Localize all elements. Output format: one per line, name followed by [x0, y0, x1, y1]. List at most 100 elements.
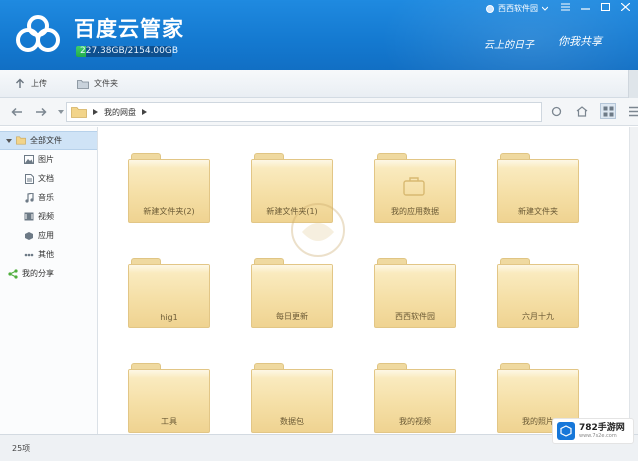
folder-item[interactable]: 新建文件夹	[497, 153, 579, 223]
chevron-down-icon	[58, 110, 64, 114]
sidebar-item-label: 文档	[38, 174, 54, 183]
folder-icon	[71, 107, 87, 118]
app-icon	[24, 231, 34, 241]
toolbar-edge	[628, 70, 638, 98]
new-folder-button[interactable]: 文件夹	[77, 78, 118, 90]
folder-label: 每日更新	[276, 312, 308, 321]
app-data-emblem-icon	[401, 175, 427, 197]
upload-button[interactable]: 上传	[14, 78, 47, 90]
app-header: 百度云管家 227.38GB/2154.00GB 西西软件园 云上的日子 你我共…	[0, 0, 638, 70]
sidebar-item-label: 视频	[38, 212, 54, 221]
sidebar-item-label: 音乐	[38, 193, 54, 202]
app-title: 百度云管家	[74, 17, 184, 41]
watermark-url: www.7s2e.com	[579, 432, 617, 439]
slogan-left: 云上的日子	[484, 40, 534, 51]
watermark-logo-icon	[291, 203, 345, 257]
list-view-button[interactable]	[626, 103, 638, 119]
watermark-badge: 782手游网 www.7s2e.com	[552, 418, 634, 444]
sidebar-item-all-files[interactable]: 全部文件	[0, 131, 97, 150]
folder-label: 六月十九	[522, 312, 554, 321]
folder-label: 数据包	[280, 417, 304, 426]
folder-item[interactable]: 六月十九	[497, 258, 579, 328]
arrow-right-icon	[36, 107, 47, 117]
grid-view-icon	[603, 106, 613, 116]
menu-icon	[560, 3, 570, 11]
sidebar-item-label: 图片	[38, 155, 54, 164]
maximize-button[interactable]	[598, 2, 612, 12]
file-grid: 新建文件夹(2) 新建文件夹(1) 我的应用数据 新建文件夹 hig1 每日更新 西西软件园…	[99, 127, 629, 434]
avatar	[486, 4, 494, 13]
new-folder-label: 文件夹	[94, 79, 118, 88]
image-icon	[24, 155, 34, 165]
sidebar-item-other[interactable]: 其他	[0, 245, 97, 264]
folder-item[interactable]: 工具	[128, 363, 210, 433]
video-icon	[24, 212, 34, 222]
minimize-button[interactable]	[578, 2, 592, 12]
folder-item[interactable]: 我的视频	[374, 363, 456, 433]
user-name: 西西软件园	[498, 4, 538, 13]
sidebar-item-image[interactable]: 图片	[0, 150, 97, 169]
item-count: 25项	[12, 444, 31, 453]
sidebar: 全部文件 图片文档音乐视频应用其他 我的分享	[0, 127, 98, 434]
scrollbar[interactable]	[629, 127, 638, 434]
close-button[interactable]	[618, 2, 632, 12]
sidebar-item-app[interactable]: 应用	[0, 226, 97, 245]
home-icon	[576, 105, 588, 117]
upload-label: 上传	[31, 79, 47, 88]
folder-item[interactable]: 新建文件夹(2)	[128, 153, 210, 223]
maximize-icon	[600, 3, 610, 11]
arrow-left-icon	[11, 107, 22, 117]
status-bar: 25项	[0, 434, 638, 461]
window-controls	[558, 2, 632, 12]
folder-label: 我的应用数据	[391, 207, 439, 216]
toolbar: 上传 文件夹	[0, 70, 638, 98]
menu-button[interactable]	[558, 2, 572, 12]
refresh-button[interactable]	[548, 103, 564, 119]
refresh-icon	[551, 106, 561, 116]
music-icon	[24, 192, 34, 203]
list-view-icon	[628, 106, 638, 116]
user-area[interactable]: 西西软件园	[486, 3, 548, 14]
folder-label: 新建文件夹(2)	[143, 207, 195, 216]
grid-view-button[interactable]	[600, 103, 616, 119]
sidebar-item-music[interactable]: 音乐	[0, 188, 97, 207]
breadcrumb[interactable]: 我的网盘	[66, 102, 542, 122]
sidebar-item-label: 应用	[38, 231, 54, 240]
sidebar-category-list: 图片文档音乐视频应用其他	[0, 150, 97, 264]
chevron-right-icon	[142, 109, 147, 115]
folder-item[interactable]: hig1	[128, 258, 210, 328]
cube-icon	[557, 422, 575, 440]
sidebar-item-video[interactable]: 视频	[0, 207, 97, 226]
folder-label: 西西软件园	[395, 312, 435, 321]
chevron-down-icon	[542, 6, 548, 11]
sidebar-item-document[interactable]: 文档	[0, 169, 97, 188]
view-tools	[548, 103, 638, 119]
minimize-icon	[580, 8, 590, 10]
document-icon	[24, 173, 34, 184]
chevron-right-icon	[93, 109, 98, 115]
folder-label: 我的视频	[399, 417, 431, 426]
folder-item[interactable]: 数据包	[251, 363, 333, 433]
forward-button[interactable]	[34, 105, 48, 119]
new-folder-icon	[77, 78, 89, 90]
quota-text: 227.38GB/2154.00GB	[80, 46, 179, 56]
folder-item[interactable]: 西西软件园	[374, 258, 456, 328]
breadcrumb-item-my-disk[interactable]: 我的网盘	[104, 107, 136, 118]
slogan-right: 你我共享	[558, 35, 602, 48]
folder-label: 工具	[161, 417, 177, 426]
sidebar-item-label: 全部文件	[30, 136, 62, 145]
other-icon	[24, 250, 34, 260]
chevron-down-icon	[6, 138, 12, 143]
home-button[interactable]	[574, 103, 590, 119]
folder-item[interactable]: 每日更新	[251, 258, 333, 328]
folder-label: hig1	[160, 313, 178, 322]
folder-label: 新建文件夹	[518, 207, 558, 216]
sidebar-item-share[interactable]: 我的分享	[0, 264, 97, 283]
watermark-brand: 782手游网	[579, 422, 625, 433]
back-button[interactable]	[10, 105, 24, 119]
folder-item[interactable]: 我的应用数据	[374, 153, 456, 223]
share-icon	[8, 268, 18, 279]
upload-icon	[14, 78, 26, 90]
baidu-cloud-logo-icon	[16, 15, 60, 52]
sidebar-item-label: 其他	[38, 250, 54, 259]
